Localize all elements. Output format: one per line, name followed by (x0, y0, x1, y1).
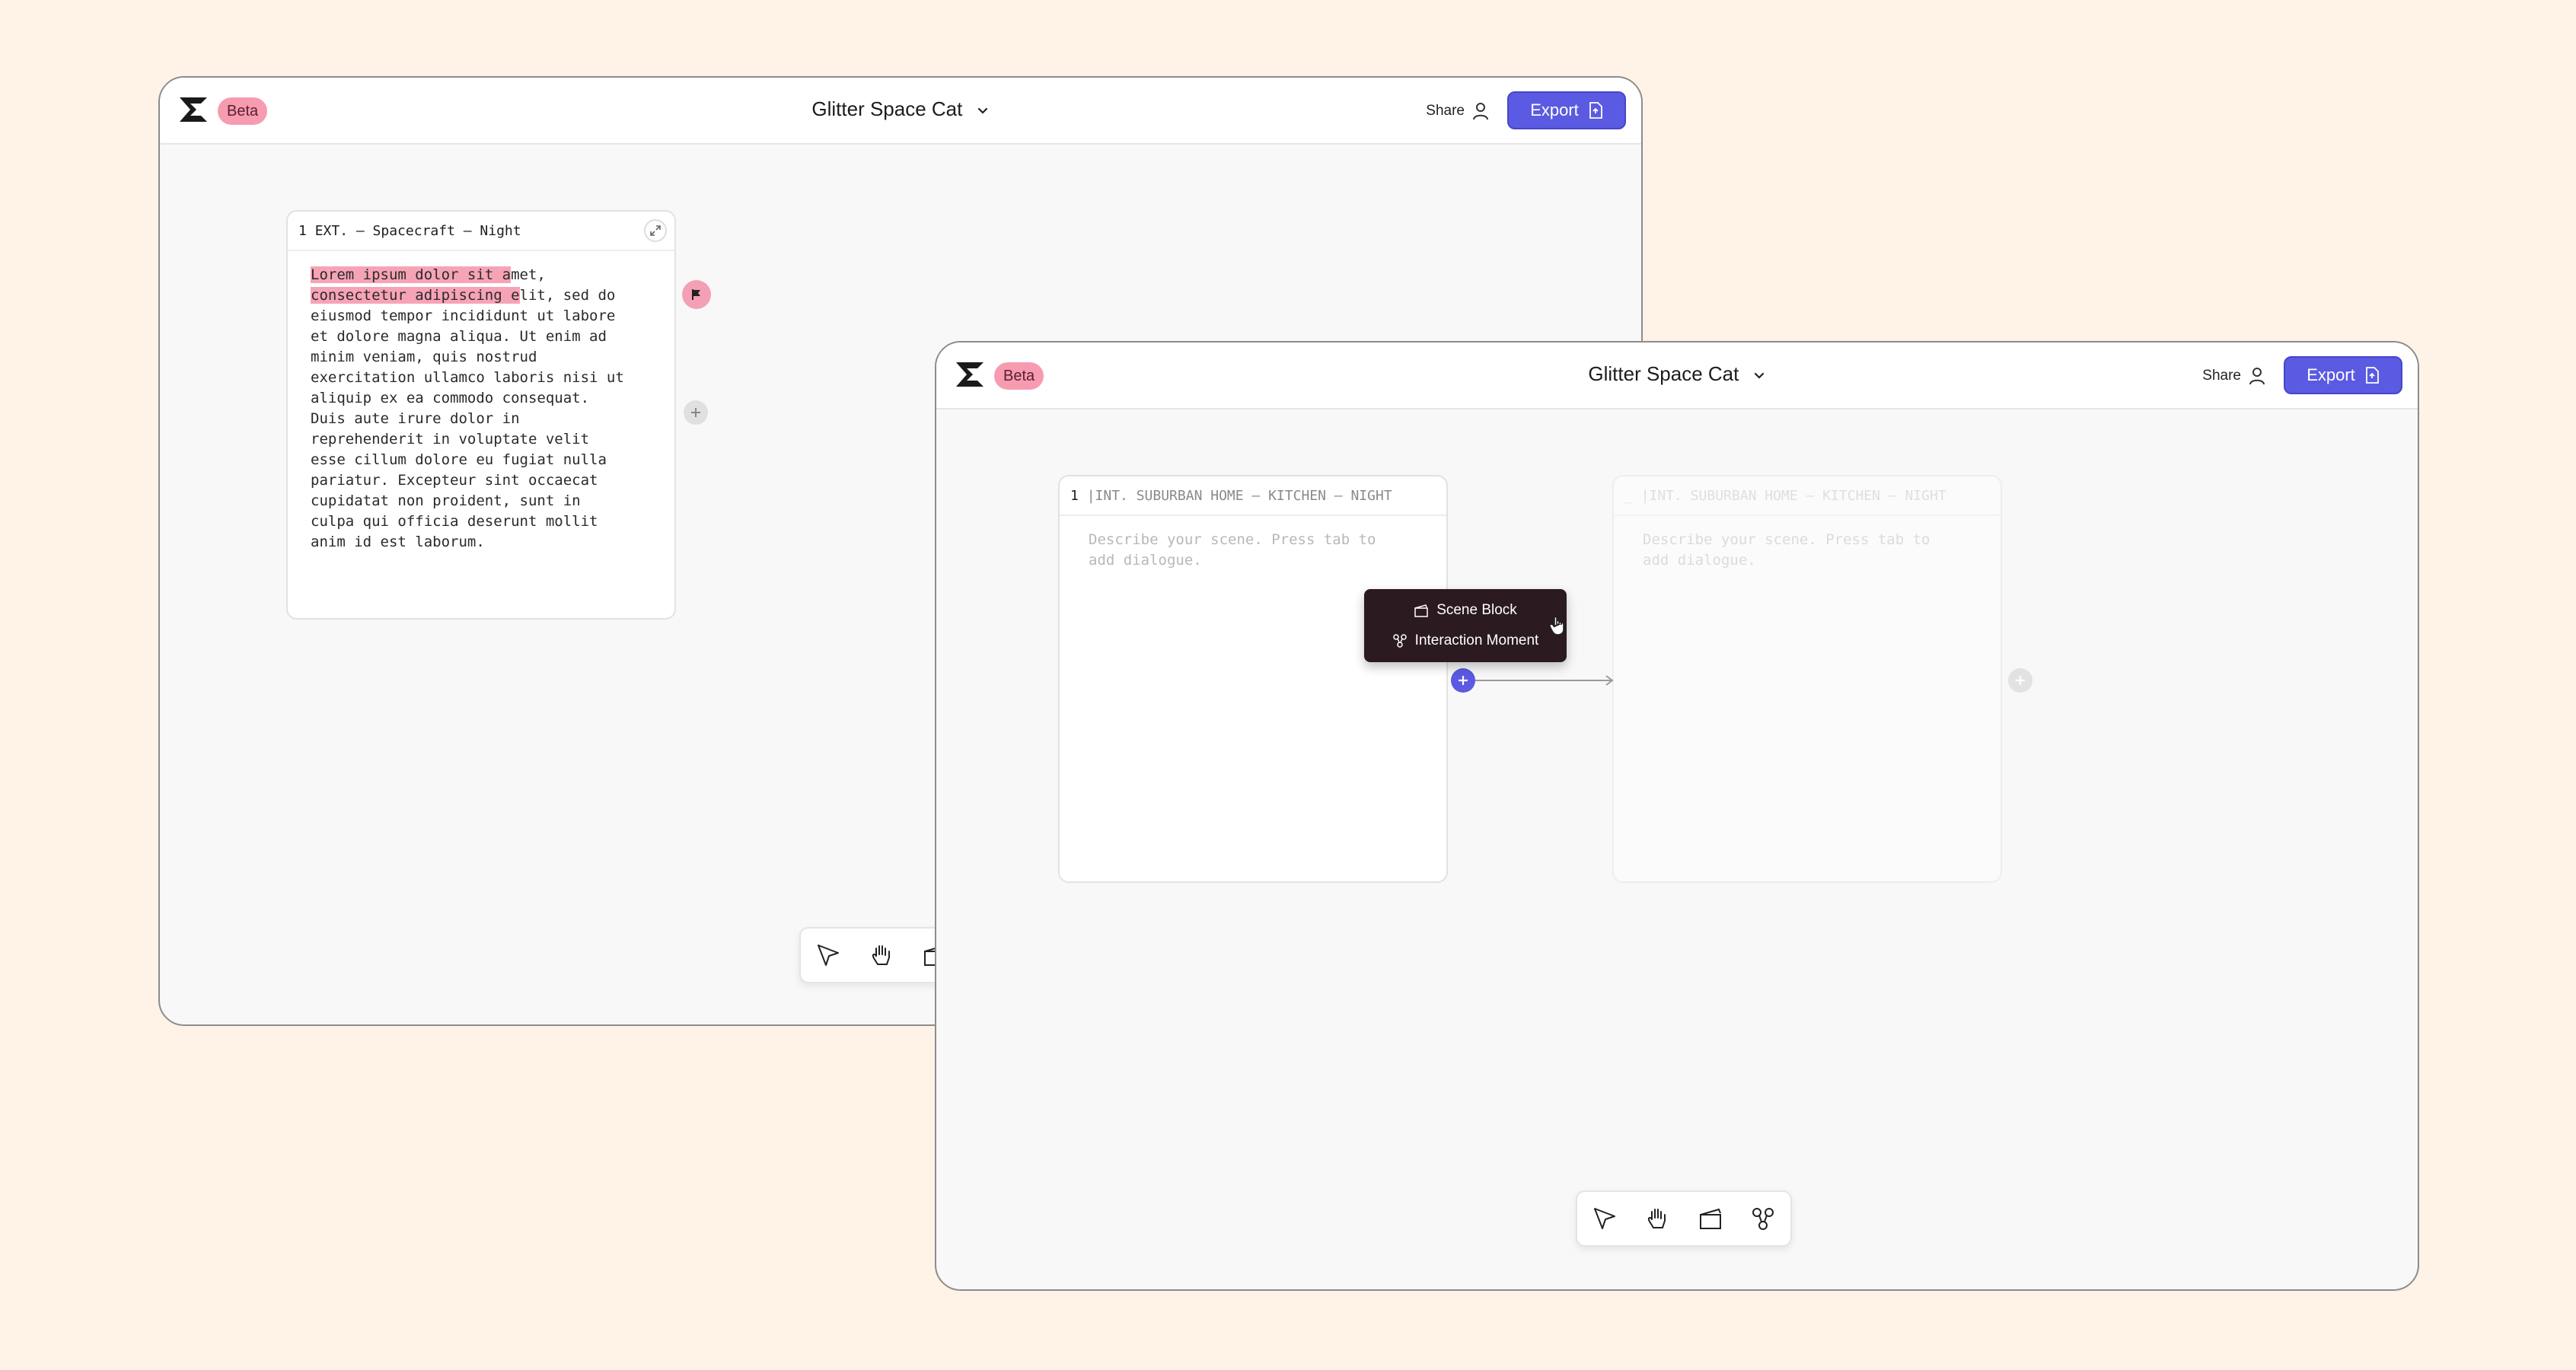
add-block-button[interactable] (684, 400, 708, 425)
expand-icon (650, 225, 661, 236)
comment-highlight[interactable]: Lorem ipsum dolor sit a (311, 266, 512, 283)
export-label: Export (2307, 365, 2355, 384)
hand-icon (872, 945, 890, 965)
scene-card[interactable]: 1 EXT. – Spacecraft – Night Lorem ipsum … (286, 210, 676, 620)
user-icon (1473, 103, 1488, 120)
editor-window-front: Beta Glitter Space Cat Share Export 1 |I… (935, 341, 2419, 1291)
menu-item-scene-block[interactable]: Scene Block (1364, 595, 1567, 626)
app-header: Beta Glitter Space Cat Share Export (160, 78, 1641, 145)
ghost-scene-heading: _ |INT. SUBURBAN HOME – KITCHEN – NIGHT (1614, 476, 2001, 516)
pointer-hand-cursor-icon (1549, 616, 1564, 636)
comment-highlight[interactable]: consectetur adipiscing e (311, 287, 520, 304)
cursor-icon (1593, 1208, 1615, 1229)
clapperboard-icon (1699, 1208, 1721, 1229)
menu-item-interaction-moment[interactable]: Interaction Moment (1364, 626, 1567, 656)
share-button[interactable]: Share (1426, 99, 1490, 123)
select-tool[interactable] (1586, 1200, 1623, 1237)
app-header: Beta Glitter Space Cat Share Export (936, 342, 2418, 409)
ghost-scene-description: Describe your scene. Press tab to add di… (1643, 531, 1930, 569)
scene-text[interactable]: Lorem ipsum dolor sit amet, consectetur … (288, 251, 674, 553)
share-button[interactable]: Share (2202, 364, 2267, 388)
project-title-dropdown[interactable]: Glitter Space Cat (936, 362, 2418, 386)
add-block-menu: Scene Block Interaction Moment (1364, 589, 1567, 662)
ghost-scene-card: _ |INT. SUBURBAN HOME – KITCHEN – NIGHT … (1612, 475, 2002, 883)
export-button[interactable]: Export (2284, 356, 2402, 394)
interaction-tool[interactable] (1745, 1200, 1782, 1237)
cursor-icon (818, 945, 839, 966)
interaction-icon (1752, 1208, 1774, 1230)
menu-item-label: Scene Block (1436, 602, 1517, 618)
chevron-down-icon (977, 108, 987, 114)
scene-heading-text: |INT. SUBURBAN HOME – KITCHEN – NIGHT (1086, 487, 1392, 504)
interaction-icon (1392, 634, 1407, 648)
flag-icon (692, 289, 700, 300)
expand-button[interactable] (644, 219, 667, 242)
ghost-scene-number: _ (1624, 487, 1633, 504)
scene-text-segment: eiusmod tempor incididunt ut labore et d… (311, 307, 624, 550)
connector-arrow (1472, 675, 1614, 686)
export-file-icon (1589, 102, 1602, 119)
scene-description-input[interactable]: Describe your scene. Press tab to add di… (1060, 516, 1446, 571)
select-tool[interactable] (810, 937, 846, 973)
scene-number: 1 (298, 222, 307, 239)
scene-text-segment: met, (511, 266, 546, 283)
project-title: Glitter Space Cat (811, 97, 963, 120)
add-block-button[interactable] (1451, 668, 1475, 693)
export-label: Export (1530, 100, 1579, 119)
plus-icon (691, 408, 700, 417)
scene-heading-text: EXT. – Spacecraft – Night (314, 222, 521, 239)
scene-text-segment: lit, sed do (519, 287, 616, 304)
menu-item-label: Interaction Moment (1414, 632, 1539, 648)
plus-icon (2016, 676, 2025, 685)
export-button[interactable]: Export (1507, 91, 1626, 129)
user-icon (2249, 368, 2265, 385)
chevron-down-icon (1754, 373, 1764, 379)
project-title: Glitter Space Cat (1588, 362, 1739, 385)
hand-icon (1648, 1209, 1666, 1228)
share-label: Share (1426, 103, 1465, 119)
clapperboard-icon (1414, 604, 1428, 617)
scene-heading-input[interactable]: 1 |INT. SUBURBAN HOME – KITCHEN – NIGHT (1060, 476, 1446, 516)
scene-card[interactable]: 1 |INT. SUBURBAN HOME – KITCHEN – NIGHT … (1058, 475, 1448, 883)
scene-heading[interactable]: 1 EXT. – Spacecraft – Night (288, 212, 674, 251)
share-label: Share (2202, 368, 2241, 384)
scene-block-tool[interactable] (1692, 1200, 1729, 1237)
ghost-add-block-button (2008, 668, 2032, 693)
comment-flag-button[interactable] (682, 280, 711, 309)
tool-palette (1576, 1190, 1792, 1247)
plus-icon (1459, 676, 1468, 685)
ghost-scene-heading-text: |INT. SUBURBAN HOME – KITCHEN – NIGHT (1640, 487, 1946, 504)
project-title-dropdown[interactable]: Glitter Space Cat (160, 97, 1641, 121)
pan-tool[interactable] (863, 937, 900, 973)
pan-tool[interactable] (1640, 1200, 1676, 1237)
scene-number: 1 (1070, 487, 1079, 504)
export-file-icon (2365, 367, 2379, 384)
